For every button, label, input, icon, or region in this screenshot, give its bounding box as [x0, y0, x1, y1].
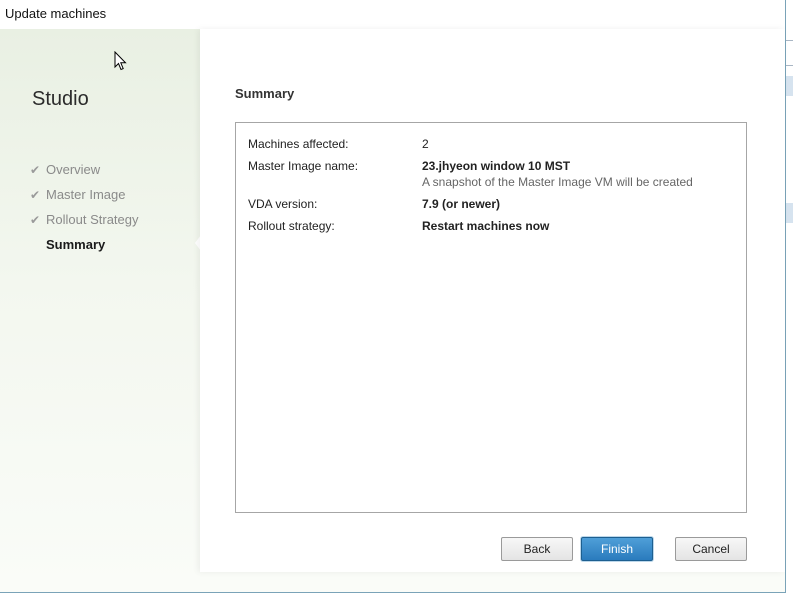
- screen: Update machines Studio ✔ Overview ✔ Master…: [0, 0, 793, 597]
- row-label: VDA version:: [248, 197, 318, 211]
- step-label: Overview: [46, 162, 101, 177]
- step-master-image[interactable]: ✔ Master Image: [30, 187, 139, 212]
- step-overview[interactable]: ✔ Overview: [30, 162, 139, 187]
- row-note: A snapshot of the Master Image VM will b…: [422, 175, 693, 189]
- bg-highlight-bar: [786, 203, 793, 223]
- back-button[interactable]: Back: [501, 537, 573, 561]
- row-value: 2: [422, 137, 429, 151]
- row-value: 7.9 (or newer): [422, 197, 501, 211]
- bg-divider: [786, 40, 793, 41]
- bg-divider: [786, 65, 793, 66]
- bg-highlight-bar: [786, 76, 793, 96]
- step-rollout-strategy[interactable]: ✔ Rollout Strategy: [30, 212, 139, 237]
- step-label: Master Image: [46, 187, 126, 202]
- row-value: 23.jhyeon window 10 MST: [422, 159, 571, 173]
- wizard-content: Summary Machines affected: 2 Master Imag…: [200, 29, 785, 572]
- finish-button[interactable]: Finish: [581, 537, 653, 561]
- window-title: Update machines: [5, 6, 107, 21]
- wizard-sidebar: Studio ✔ Overview ✔ Master Image ✔ Rollout …: [0, 29, 200, 592]
- section-title: Summary: [235, 86, 295, 101]
- check-icon: ✔: [30, 188, 41, 202]
- dialog-body: Studio ✔ Overview ✔ Master Image ✔ Rollout …: [0, 29, 785, 592]
- background-app-strip: [786, 0, 793, 597]
- step-label: Rollout Strategy: [46, 212, 139, 227]
- row-label: Machines affected:: [248, 137, 349, 151]
- mouse-cursor-icon: [114, 50, 128, 76]
- row-value: Restart machines now: [422, 219, 550, 233]
- title-bar[interactable]: Update machines: [0, 0, 785, 29]
- row-label: Master Image name:: [248, 159, 359, 173]
- summary-panel: Machines affected: 2 Master Image name: …: [235, 122, 747, 513]
- check-icon: ✔: [30, 213, 41, 227]
- cancel-button[interactable]: Cancel: [675, 537, 747, 561]
- studio-title: Studio: [32, 88, 89, 110]
- step-label: Summary: [46, 237, 106, 252]
- check-icon: ✔: [30, 163, 41, 177]
- step-summary[interactable]: ✔Summary: [30, 237, 139, 262]
- wizard-steps: ✔ Overview ✔ Master Image ✔ Rollout Strateg…: [30, 162, 139, 262]
- row-label: Rollout strategy:: [248, 219, 335, 233]
- update-machines-dialog: Update machines Studio ✔ Overview ✔ Master…: [0, 0, 786, 593]
